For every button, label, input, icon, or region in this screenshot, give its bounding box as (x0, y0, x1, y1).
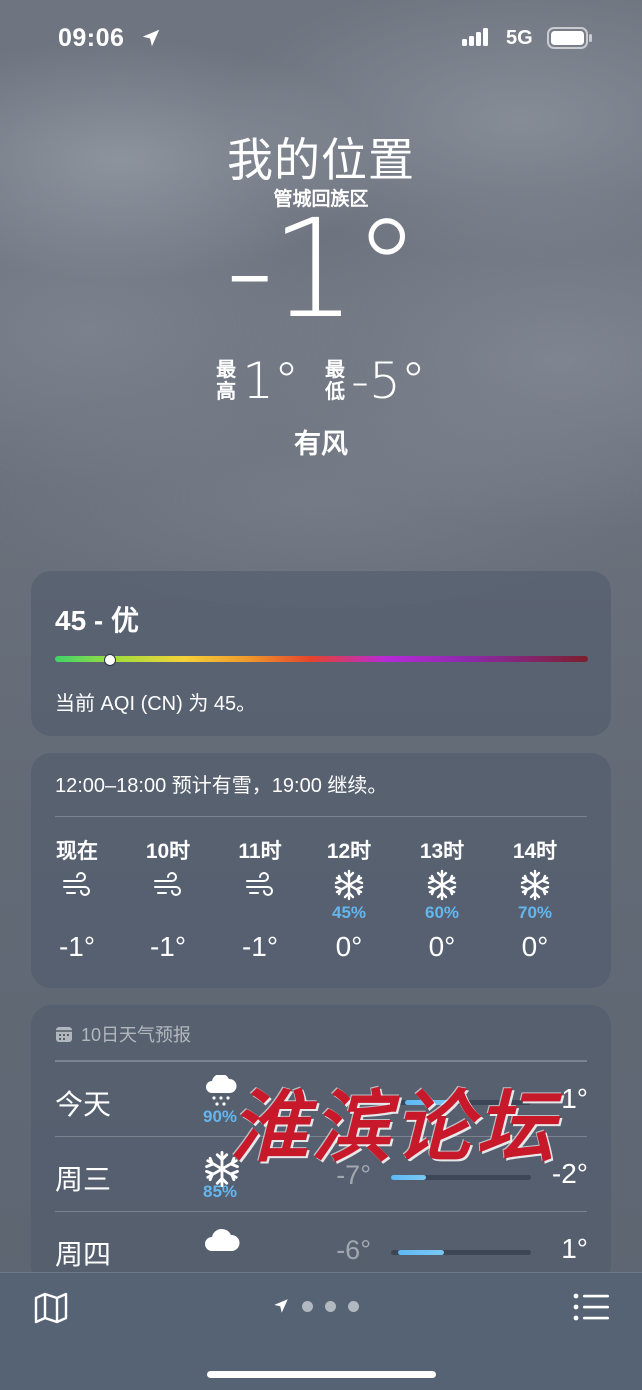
network-type: 5G (506, 27, 533, 49)
hour-temperature: -1° (149, 931, 187, 962)
high-low: 最 高 1° 最 低 -5° (0, 356, 642, 406)
watermark-text: 淮滨论坛 (230, 1082, 559, 1173)
status-time: 09:06 (58, 24, 125, 52)
location-arrow-icon (274, 1299, 288, 1313)
high-temperature: 1° (242, 352, 299, 410)
status-bar: 09:06 5G (0, 0, 642, 80)
precip-probability: 45% (331, 903, 367, 922)
hour-label: 现在 (56, 840, 98, 863)
daily-header-label: 10日天气预报 (81, 1025, 192, 1045)
precip-probability: 85% (202, 1182, 238, 1201)
high-temperature: 1° (561, 1233, 588, 1264)
hour-temperature: 0° (335, 931, 363, 962)
battery-icon (547, 27, 592, 49)
precip-probability: 70% (517, 903, 553, 922)
hourly-summary: 12:00–18:00 预计有雪，19:00 继续。 (55, 775, 388, 797)
current-temperature: -1° (225, 191, 421, 349)
day-name: 今天 (55, 1089, 112, 1120)
temperature-range-fill (398, 1250, 445, 1255)
hour-label: 10时 (145, 840, 191, 863)
snowflake-icon (333, 869, 365, 901)
day-name: 周四 (55, 1239, 112, 1270)
list-icon[interactable] (572, 1291, 610, 1323)
calendar-icon (56, 1027, 72, 1042)
cloud-icon (203, 1225, 241, 1257)
high-label: 最 高 (216, 359, 237, 403)
hour-label: 12时 (326, 840, 372, 863)
page-dot (302, 1300, 313, 1312)
weather-condition: 有风 (294, 429, 348, 459)
aqi-value: 45 - 优 (55, 605, 140, 636)
snowflake-icon (426, 869, 458, 901)
hourly-list[interactable]: 现在 -1° 10时 -1° 11时 -1° 12时 45% 0° 13时 60% 0° 14时 70% 0… (31, 833, 611, 983)
home-indicator[interactable] (207, 1371, 436, 1378)
cellular-signal-icon (462, 28, 488, 46)
hour-label: 14时 (512, 840, 558, 863)
high-temperature: 1° (561, 1083, 588, 1114)
page-dot (348, 1300, 359, 1312)
wind-icon (244, 869, 276, 901)
divider (55, 1060, 587, 1061)
location-title: 我的位置 (227, 134, 415, 186)
aqi-description: 当前 AQI (CN) 为 45。 (55, 693, 257, 715)
hour-temperature: -1° (241, 931, 279, 962)
hour-label: 13时 (419, 840, 465, 863)
low-temperature: -5° (350, 352, 426, 410)
low-temperature: -6° (336, 1235, 371, 1265)
hour-label: 11时 (238, 840, 282, 863)
aqi-card[interactable]: 45 - 优 当前 AQI (CN) 为 45。 (31, 571, 611, 736)
day-name: 周三 (55, 1164, 112, 1195)
hour-temperature: -1° (58, 931, 96, 962)
precip-probability: 60% (424, 903, 460, 922)
map-icon[interactable] (33, 1291, 69, 1325)
divider (55, 1061, 587, 1062)
divider (55, 816, 587, 817)
aqi-scale-bar (55, 656, 588, 662)
page-dot (325, 1300, 336, 1312)
precip-probability: 7 (583, 903, 611, 923)
divider (55, 1211, 587, 1212)
wind-icon (152, 869, 184, 901)
hour-label: 1 (583, 835, 611, 859)
bottom-toolbar (0, 1272, 642, 1390)
hour-temperature: 0° (521, 931, 549, 962)
low-label: 最 低 (324, 359, 345, 403)
wind-icon (61, 869, 93, 901)
snowflake-icon (519, 869, 551, 901)
aqi-indicator (104, 654, 116, 666)
temperature-range-bar (391, 1250, 531, 1255)
hourly-forecast-card[interactable]: 12:00–18:00 预计有雪，19:00 继续。 现在 -1° 10时 -1° 11… (31, 753, 611, 988)
daily-header: 10日天气预报 (55, 1021, 191, 1047)
location-arrow-icon (142, 29, 160, 47)
hour-temperature: 0° (428, 931, 456, 962)
page-indicator[interactable] (272, 1297, 359, 1315)
